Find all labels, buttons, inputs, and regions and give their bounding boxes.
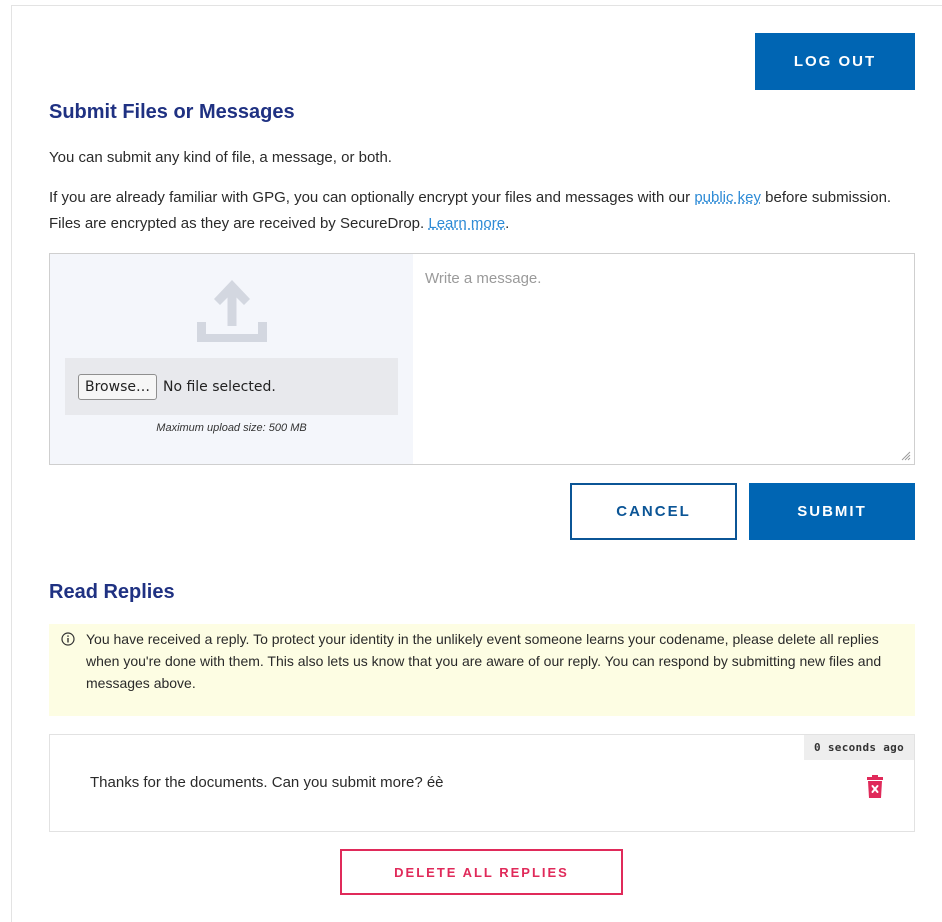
logout-button[interactable]: LOG OUT — [755, 33, 915, 90]
message-placeholder: Write a message. — [425, 270, 542, 287]
gpg-info-text: If you are already familiar with GPG, yo… — [49, 185, 915, 237]
file-status-text: No file selected. — [162, 378, 276, 395]
submit-button[interactable]: SUBMIT — [749, 483, 915, 540]
file-upload-area[interactable]: Browse… No file selected. Maximum upload… — [50, 254, 413, 464]
browse-button[interactable]: Browse… — [78, 373, 157, 400]
delete-all-replies-button[interactable]: DELETE ALL REPLIES — [340, 849, 623, 895]
resize-handle-icon[interactable] — [901, 451, 911, 461]
trash-icon[interactable] — [866, 775, 884, 799]
submit-section-title: Submit Files or Messages — [49, 101, 295, 123]
replies-section-title: Read Replies — [49, 581, 175, 603]
max-upload-size-text: Maximum upload size: 500 MB — [156, 422, 307, 434]
submission-form: Browse… No file selected. Maximum upload… — [49, 253, 915, 465]
learn-more-link[interactable]: Learn more — [428, 215, 505, 232]
upload-icon — [197, 280, 267, 342]
cancel-button[interactable]: CANCEL — [570, 483, 737, 540]
reply-message: Thanks for the documents. Can you submit… — [90, 774, 444, 791]
reply-item: 0 seconds ago Thanks for the documents. … — [49, 734, 915, 832]
public-key-link[interactable]: public key — [694, 189, 761, 206]
info-icon — [61, 632, 75, 646]
file-input[interactable]: Browse… No file selected. — [65, 358, 398, 415]
reply-timestamp: 0 seconds ago — [804, 735, 914, 760]
message-textarea[interactable]: Write a message. — [413, 254, 914, 464]
gpg-text-part-1: If you are already familiar with GPG, yo… — [49, 189, 695, 206]
reply-notice: You have received a reply. To protect yo… — [49, 624, 915, 716]
gpg-text-part-3: . — [505, 215, 510, 232]
submit-intro-text: You can submit any kind of file, a messa… — [49, 149, 392, 166]
notice-text: You have received a reply. To protect yo… — [86, 631, 882, 691]
